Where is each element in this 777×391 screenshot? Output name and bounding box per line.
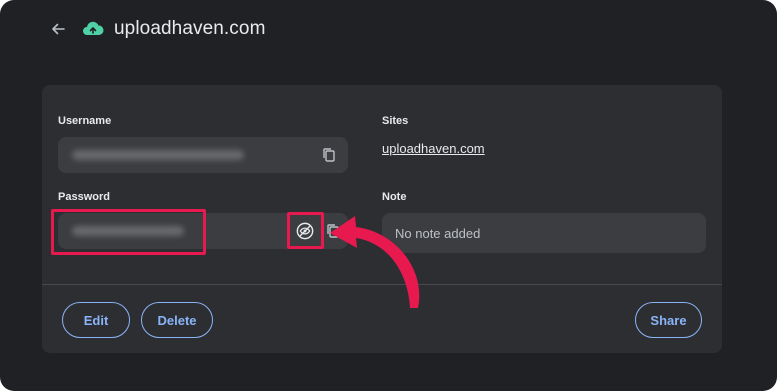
copy-icon[interactable]: [320, 146, 338, 164]
page-title: uploadhaven.com: [114, 18, 266, 39]
arrow-left-icon: [52, 23, 65, 35]
password-highlight-box: [51, 209, 206, 255]
annotation-arrow: [330, 216, 420, 308]
site-link[interactable]: uploadhaven.com: [382, 141, 485, 156]
cloud-icon: [82, 18, 104, 40]
delete-button[interactable]: Delete: [141, 302, 213, 338]
password-label: Password: [58, 191, 110, 203]
sites-label: Sites: [382, 115, 409, 127]
page-header: uploadhaven.com: [48, 14, 266, 44]
username-field[interactable]: ●●●●●●●●●●●●●●●●●●●●: [58, 137, 348, 173]
edit-button[interactable]: Edit: [62, 302, 130, 338]
note-field: No note added: [382, 213, 706, 253]
back-button[interactable]: [48, 19, 68, 39]
password-detail-window: uploadhaven.com Username ●●●●●●●●●●●●●●●…: [0, 0, 777, 391]
username-label: Username: [58, 115, 112, 127]
username-value-blurred: [72, 150, 244, 160]
share-button[interactable]: Share: [635, 302, 702, 338]
